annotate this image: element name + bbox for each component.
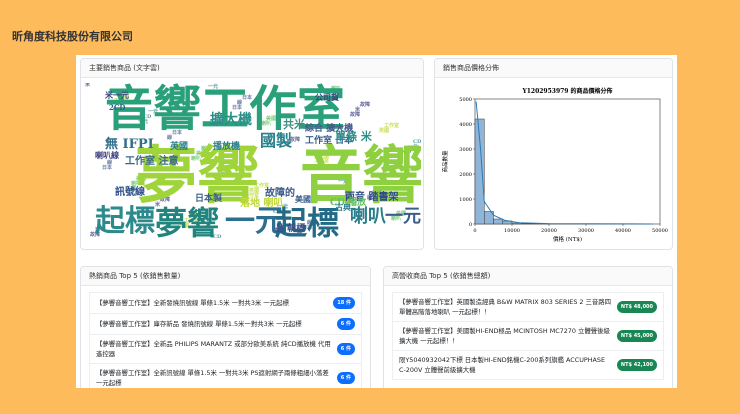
- top-qty-list: 【夢響音響工作室】全新發燒訊號線 單條1.5米 一對共3米 一元起標 18 件【夢…: [89, 292, 362, 388]
- wordcloud-word: 公司貨: [315, 93, 339, 101]
- top-qty-title: 熱銷商品 Top 5 (依銷售數量): [81, 267, 370, 286]
- wordcloud-filler: 英國: [379, 129, 389, 134]
- product-name: 【夢響音響工作室】全新訊號線 單條1.5米 一對共3米 PS遮射網子兩條粗細小落…: [96, 368, 337, 388]
- wordcloud-word: 夢響: [155, 207, 219, 239]
- x-tick-label: 40000: [615, 228, 631, 234]
- wordcloud-word: 工作室 注意: [125, 157, 178, 167]
- histogram-title: 銷售商品價格分佈: [435, 59, 672, 78]
- plot-frame: [475, 99, 660, 224]
- top-rev-list: 【夢響音響工作室】英國製造經典 B&W MATRIX 803 SERIES 2 …: [392, 292, 664, 380]
- y-tick-label: 2000: [459, 172, 472, 178]
- wordcloud-word: 擴大機: [210, 113, 252, 127]
- product-badge: 6 件: [337, 343, 355, 355]
- x-tick-label: 0: [473, 228, 476, 234]
- product-list-item[interactable]: 【夢響音響工作室】美國製HI-END極品 MCINTOSH MC7270 立體聲…: [392, 322, 664, 351]
- product-list-item[interactable]: 限Y5040932042下標 日本製HI-END銘機C-200系列旗艦 ACCU…: [392, 351, 664, 380]
- wordcloud: 日本 英國 美國 CD 故障線工作室 喇叭 一元米日本 英國 美國 CD 故障線工作室 喇叭 一元米日本…: [85, 83, 421, 243]
- wordcloud-word: 起標: [275, 207, 339, 239]
- wordcloud-word: 古典: [335, 203, 351, 211]
- product-badge: 6 件: [337, 318, 355, 330]
- product-badge: 18 件: [333, 297, 355, 309]
- wordcloud-word: 英國: [170, 143, 188, 152]
- product-name: 【夢響音響工作室】全新發燒訊號線 單條1.5米 一對共3米 一元起標: [96, 298, 333, 308]
- wordcloud-word: 日本製: [195, 195, 222, 204]
- product-list-item[interactable]: 【夢響音響工作室】全新訊號線 單條1.5米 一對共3米 PS遮射網子兩條粗細小落…: [89, 364, 362, 388]
- company-name: 昕角度科技股份有限公司: [12, 28, 133, 44]
- wordcloud-filler: 故障: [350, 113, 360, 118]
- wordcloud-word: 喇叭線: [95, 151, 119, 159]
- top-rev-title: 高營收商品 Top 5 (依銷售總額): [384, 267, 672, 286]
- wordcloud-word: 共米: [283, 119, 305, 130]
- x-tick-label: 50000: [652, 228, 668, 234]
- product-name: 限Y5040932042下標 日本製HI-END銘機C-200系列旗艦 ACCU…: [399, 355, 617, 375]
- wordcloud-word: 落地 喇叭: [240, 199, 283, 209]
- wordcloud-word: 2CD: [109, 104, 126, 111]
- y-tick-label: 0: [469, 222, 472, 228]
- wordcloud-filler: 日本: [102, 166, 112, 171]
- wordcloud-word: 品 朝標: [275, 225, 305, 234]
- x-tick-label: 10000: [504, 228, 520, 234]
- y-tick-label: 4000: [459, 122, 472, 128]
- dashboard-panel: 主要銷售商品 (文字雲) 日本 英國 美國 CD 故障線工作室 喇叭 一元米日本 英國 美國 CD…: [76, 55, 677, 388]
- y-tick-label: 5000: [459, 97, 472, 103]
- wordcloud-word: 一元: [385, 208, 421, 226]
- product-name: 【夢響音響工作室】英國製造經典 B&W MATRIX 803 SERIES 2 …: [399, 297, 617, 317]
- wordcloud-word: 美國: [295, 195, 311, 203]
- wordcloud-title: 主要銷售商品 (文字雲): [81, 59, 423, 78]
- price-histogram: Y1202953979 的商品價格分佈0 10000 20000 30000 40000…: [435, 79, 672, 249]
- product-badge: NT$ 48,000: [617, 301, 657, 313]
- product-badge: NT$ 42,100: [617, 359, 657, 371]
- product-name: 【夢響音響工作室】庫存新品 發燒訊號線 單條1.5米一對共3米 一元起標: [96, 319, 337, 329]
- wordcloud-word: 喇叭: [350, 208, 386, 226]
- y-tick-label: 1000: [459, 197, 472, 203]
- wordcloud-word: 國製: [260, 133, 292, 149]
- wordcloud-filler: 故障: [360, 103, 370, 108]
- wordcloud-word: 訊號線: [115, 188, 145, 198]
- top-qty-card: 熱銷商品 Top 5 (依銷售數量) 【夢響音響工作室】全新發燒訊號線 單條1.…: [80, 266, 371, 388]
- wordcloud-filler: 米: [85, 83, 90, 88]
- top-rev-card: 高營收商品 Top 5 (依銷售總額) 【夢響音響工作室】英國製造經典 B&W …: [383, 266, 673, 388]
- product-list-item[interactable]: 【夢響音響工作室】英國製造經典 B&W MATRIX 803 SERIES 2 …: [392, 292, 664, 322]
- product-list-item[interactable]: 【夢響音響工作室】庫存新品 發燒訊號線 單條1.5米一對共3米 一元起標 6 件: [89, 314, 362, 335]
- kde-curve: [476, 102, 652, 224]
- wordcloud-word: 綜合 擴大機: [305, 125, 353, 134]
- wordcloud-word: 播放機: [213, 143, 240, 152]
- histogram-card: 銷售商品價格分佈 Y1202953979 的商品價格分佈 0 10000 20000 3…: [434, 58, 673, 250]
- y-tick-label: 3000: [459, 147, 472, 153]
- wordcloud-word: 起標: [95, 207, 155, 237]
- product-name: 【夢響音響工作室】美國製HI-END極品 MCINTOSH MC7270 立體聲…: [399, 326, 617, 346]
- wordcloud-word: 米一元: [105, 91, 129, 99]
- x-axis-label: 價格 (NT$): [553, 235, 582, 243]
- product-list-item[interactable]: 【夢響音響工作室】全新發燒訊號線 單條1.5米 一對共3米 一元起標 18 件: [89, 292, 362, 314]
- product-badge: 6 件: [337, 372, 355, 384]
- histogram-bar: [521, 224, 530, 225]
- product-badge: NT$ 45,000: [617, 330, 657, 342]
- product-name: 【夢響音響工作室】全新品 PHILIPS MARANTZ 或部分歐美系統 純CD…: [96, 339, 337, 359]
- chart-title: Y1202953979 的商品價格分佈: [521, 87, 612, 95]
- y-axis-label: 商品數量: [441, 150, 449, 173]
- x-tick-label: 30000: [578, 228, 594, 234]
- x-tick-label: 20000: [541, 228, 557, 234]
- wordcloud-card: 主要銷售商品 (文字雲) 日本 英國 美國 CD 故障線工作室 喇叭 一元米日本 英國 美國 CD…: [80, 58, 424, 250]
- product-list-item[interactable]: 【夢響音響工作室】全新品 PHILIPS MARANTZ 或部分歐美系統 純CD…: [89, 335, 362, 364]
- histogram-bar: [494, 219, 503, 224]
